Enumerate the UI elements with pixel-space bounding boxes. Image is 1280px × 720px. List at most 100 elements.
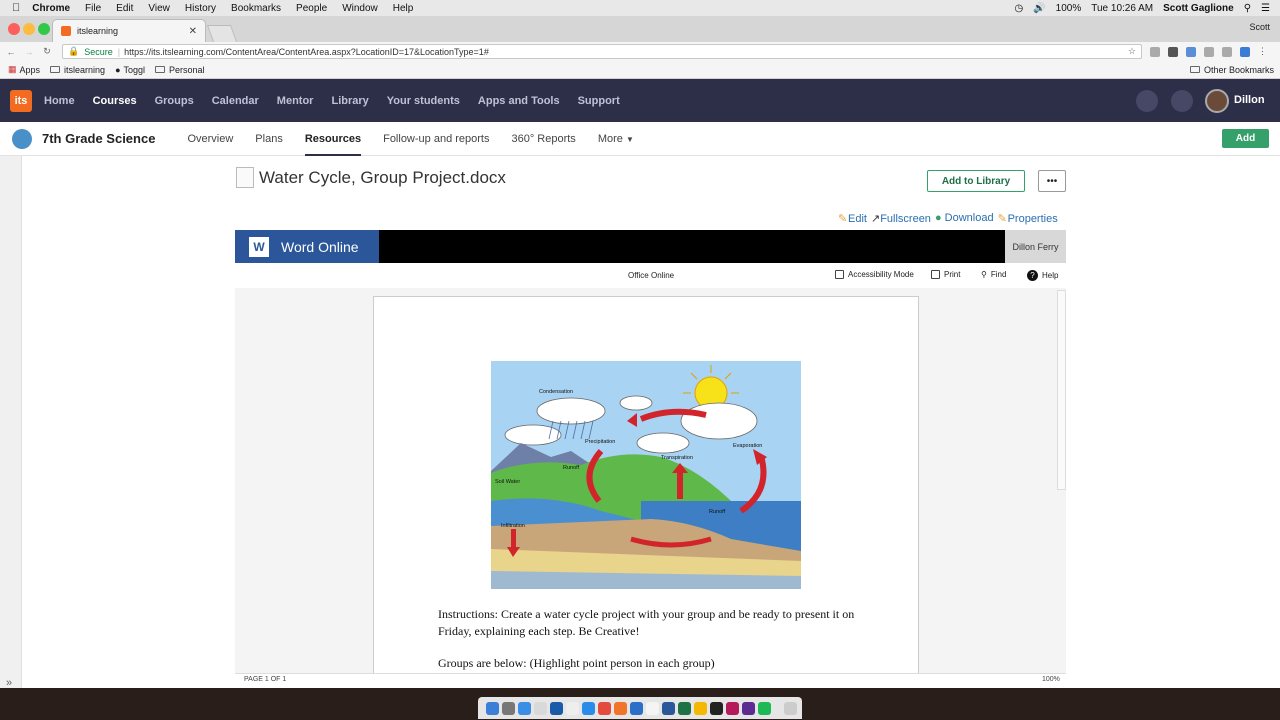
edit-link[interactable]: ✎Edit [838, 212, 867, 225]
firefox-icon[interactable] [614, 701, 627, 715]
bookmark-itslearning[interactable]: itslearning [50, 65, 105, 75]
menu-window[interactable]: Window [342, 3, 378, 14]
word-online-brand[interactable]: W Word Online [235, 230, 379, 263]
nav-apps-and-tools[interactable]: Apps and Tools [478, 95, 560, 107]
more-options-button[interactable]: ••• [1038, 170, 1066, 192]
bookmark-apps[interactable]: ▦ Apps [8, 64, 40, 75]
skype-icon[interactable] [582, 701, 595, 715]
properties-link[interactable]: ✎Properties [998, 212, 1058, 225]
minimize-window-icon[interactable] [23, 23, 35, 35]
bookmark-star-icon[interactable]: ☆ [1128, 46, 1136, 57]
photos-icon[interactable] [742, 701, 755, 715]
messages-icon[interactable] [1171, 90, 1193, 112]
notes-icon[interactable] [646, 701, 659, 715]
tab-resources[interactable]: Resources [304, 133, 362, 156]
nav-calendar[interactable]: Calendar [212, 95, 259, 107]
office-online-link[interactable]: Office Online [628, 271, 674, 280]
tab-360-reports[interactable]: 360° Reports [511, 133, 575, 145]
nav-library[interactable]: Library [331, 95, 368, 107]
other-bookmarks[interactable]: Other Bookmarks [1189, 65, 1274, 75]
safari-icon[interactable] [518, 701, 531, 715]
zoom-level[interactable]: 100% [1042, 676, 1060, 683]
nav-home[interactable]: Home [44, 95, 75, 107]
nav-groups[interactable]: Groups [155, 95, 194, 107]
word-online-user[interactable]: Dillon Ferry [1005, 230, 1066, 263]
wifi-icon[interactable]: ◷ [1014, 3, 1023, 14]
menu-bookmarks[interactable]: Bookmarks [231, 3, 281, 14]
menu-edit[interactable]: Edit [116, 3, 133, 14]
nav-courses[interactable]: Courses [93, 95, 137, 107]
finder-icon[interactable] [486, 701, 499, 715]
secure-label: Secure [84, 46, 113, 57]
extension-icon[interactable] [1222, 46, 1232, 57]
menu-view[interactable]: View [148, 3, 170, 14]
download-link[interactable]: ● Download [935, 212, 994, 225]
terminal-icon[interactable] [710, 701, 723, 715]
close-tab-icon[interactable]: ✕ [189, 26, 197, 37]
word-logo-icon: W [249, 236, 269, 257]
extension-icon[interactable] [1186, 46, 1196, 57]
trash-icon[interactable] [784, 701, 797, 715]
nav-your-students[interactable]: Your students [387, 95, 460, 107]
add-button[interactable]: Add [1222, 129, 1269, 148]
avatar[interactable] [1205, 89, 1229, 113]
fullscreen-link[interactable]: ↗Fullscreen [871, 212, 931, 225]
extension-icon[interactable] [1150, 46, 1160, 57]
nav-mentor[interactable]: Mentor [277, 95, 314, 107]
browser-tab[interactable]: itslearning ✕ [52, 19, 206, 42]
print-button[interactable]: Print [931, 270, 960, 279]
tab-plans[interactable]: Plans [255, 133, 283, 145]
menu-people[interactable]: People [296, 3, 327, 14]
accessibility-mode-button[interactable]: Accessibility Mode [835, 270, 914, 279]
course-title[interactable]: 7th Grade Science [42, 131, 155, 146]
chrome-icon[interactable] [598, 701, 611, 715]
menu-chrome[interactable]: Chrome [32, 3, 70, 14]
nav-support[interactable]: Support [578, 95, 620, 107]
battery-label[interactable]: 100% [1056, 3, 1082, 14]
chrome-menu-icon[interactable]: ⋮ [1258, 46, 1267, 57]
extension-icon[interactable] [1240, 46, 1250, 57]
excel-icon[interactable] [678, 701, 691, 715]
bookmark-personal[interactable]: Personal [155, 65, 205, 75]
document-scrollbar[interactable] [1057, 290, 1066, 490]
tab-more[interactable]: More ▼ [598, 133, 634, 145]
outlook-icon[interactable] [550, 701, 563, 715]
word-icon[interactable] [662, 701, 675, 715]
help-button[interactable]: ? Help [1027, 270, 1058, 281]
find-button[interactable]: ⚲ Find [981, 270, 1006, 279]
new-tab-button[interactable] [206, 25, 238, 42]
mail-icon[interactable] [534, 701, 547, 715]
volume-icon[interactable]: 🔊 [1033, 3, 1045, 14]
profile-name[interactable]: Scott [1249, 22, 1270, 32]
extension-icon[interactable] [1204, 46, 1214, 57]
acrobat-icon[interactable] [726, 701, 739, 715]
spotify-icon[interactable] [758, 701, 771, 715]
maximize-window-icon[interactable] [38, 23, 50, 35]
bookmark-toggl[interactable]: ● Toggl [115, 65, 145, 75]
tab-follow-up-and-reports[interactable]: Follow-up and reports [383, 133, 489, 145]
menu-file[interactable]: File [85, 3, 101, 14]
back-icon[interactable]: ← [4, 47, 18, 57]
menubar-user[interactable]: Scott Gaglione [1163, 3, 1234, 14]
app-store-icon[interactable] [630, 701, 643, 715]
clock[interactable]: Tue 10:26 AM [1091, 3, 1153, 14]
extension-icon[interactable] [1168, 46, 1178, 57]
menu-help[interactable]: Help [393, 3, 414, 14]
sketch-icon[interactable] [694, 701, 707, 715]
page-title: Water Cycle, Group Project.docx [259, 168, 506, 187]
url-input[interactable]: 🔒 Secure | https://its.itslearning.com/C… [62, 44, 1142, 59]
notification-icon[interactable]: ☰ [1261, 3, 1270, 14]
reload-icon[interactable]: ↻ [40, 46, 54, 57]
menu-history[interactable]: History [185, 3, 216, 14]
nav-user-name[interactable]: Dillon [1234, 94, 1265, 106]
add-to-library-button[interactable]: Add to Library [927, 170, 1025, 192]
spotlight-icon[interactable]: ⚲ [1244, 3, 1251, 14]
launchpad-icon[interactable] [502, 701, 515, 715]
apple-icon[interactable]:  [12, 2, 20, 14]
tab-overview[interactable]: Overview [187, 133, 233, 145]
notifications-bell-icon[interactable] [1136, 90, 1158, 112]
itslearning-logo[interactable]: its [10, 89, 32, 112]
calendar-app-icon[interactable] [566, 701, 579, 715]
close-window-icon[interactable] [8, 23, 20, 35]
forward-icon[interactable]: → [22, 47, 36, 57]
